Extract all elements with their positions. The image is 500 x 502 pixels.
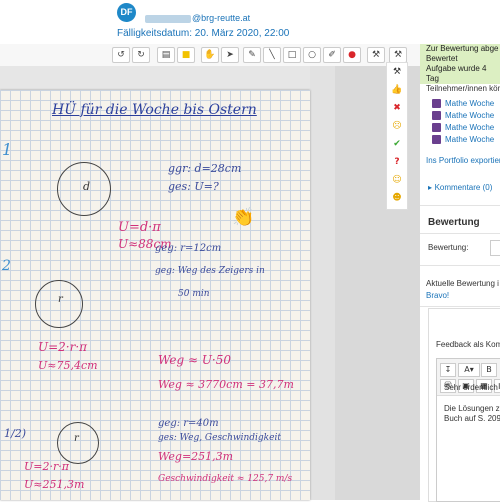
file-link[interactable]: Mathe Woche (432, 111, 494, 121)
grading-label: Bewertung: (428, 243, 469, 252)
given-text: ggr: d=28cm (168, 162, 242, 175)
smiley-happy-icon[interactable]: ☻ (389, 191, 405, 205)
file-link[interactable]: Mathe Woche (432, 99, 494, 109)
clapping-icon: 👏 (232, 207, 255, 228)
given-text: geg: Weg des Zeigers in (155, 266, 265, 276)
smiley-sad-icon[interactable]: ☹ (389, 119, 405, 133)
formula-text: U=d·π (118, 220, 161, 235)
pdf-file-icon (432, 111, 441, 121)
pdf-file-icon (432, 123, 441, 133)
way-text: Weg ≈ U·50 (158, 353, 232, 367)
homework-page[interactable]: HÜ für die Woche bis Ostern 1 d ggr: d=2… (0, 90, 310, 500)
grade-input[interactable] (490, 240, 500, 256)
select-icon[interactable]: ➤ (221, 47, 239, 63)
stamp-icon[interactable]: ⚒ (367, 47, 385, 63)
check-icon[interactable]: ✔ (389, 137, 405, 151)
submission-header: DF @brg-reutte.at Fälligkeitsdatum: 20. … (0, 0, 420, 44)
stamp-icon[interactable]: ⚒ (389, 65, 405, 79)
oval-icon[interactable]: ○ (303, 47, 321, 63)
smiley-icon[interactable]: ☺ (389, 173, 405, 187)
question-icon[interactable]: ? (389, 155, 405, 169)
sought-text: ges: U=? (168, 180, 219, 193)
section-number: 1/2) (4, 427, 26, 440)
given-text: ges: Weg, Geschwindigkeit (158, 433, 281, 443)
bold-icon[interactable]: B (481, 363, 497, 377)
pan-icon[interactable]: ✋ (201, 47, 219, 63)
status-text: Bewertet (426, 54, 458, 63)
divider (420, 205, 500, 206)
formula-text: U=2·r·π (38, 340, 88, 354)
annotation-toolbar: ↺ ↻ ▤ ■ ✋ ➤ ✎ ╲ □ ○ ✐ ● ⚒ ⚒ (0, 44, 420, 67)
pdf-file-icon (432, 99, 441, 109)
line-icon[interactable]: ╲ (263, 47, 281, 63)
redo-icon[interactable]: ↻ (132, 47, 150, 63)
page-title: HÜ für die Woche bis Ostern (52, 102, 257, 118)
editor-text: Sehr ordentlich (444, 383, 498, 392)
submission-status: Zur Bewertung abge Bewertet Aufgabe wurd… (420, 44, 500, 84)
section-number: 2 (2, 258, 11, 274)
section-number: 1 (2, 140, 13, 159)
highlight-icon[interactable]: ■ (177, 47, 195, 63)
font-size-icon[interactable]: A▾ (458, 363, 480, 377)
grading-heading: Bewertung (428, 217, 480, 228)
divider (420, 233, 500, 234)
expand-toolbar-icon[interactable]: ↧ (440, 363, 456, 377)
status-text: Aufgabe wurde 4 Tag (426, 64, 487, 83)
student-email: @brg-reutte.at (145, 13, 250, 23)
email-redacted (145, 14, 191, 23)
pdf-file-icon (432, 135, 441, 145)
formula-text: U=2·r·π (24, 460, 69, 473)
brush-icon[interactable]: ✐ (323, 47, 341, 63)
stamp-palette: ⚒ 👍 ✖ ☹ ✔ ? ☺ ☻ (386, 62, 408, 210)
portfolio-export-link[interactable]: Ins Portfolio exportier (426, 156, 500, 165)
editor-text: Buch auf S. 209 (444, 414, 500, 423)
rectangle-icon[interactable]: □ (283, 47, 301, 63)
email-domain: @brg-reutte.at (192, 13, 251, 23)
divider (420, 306, 500, 307)
way-result-text: Weg ≈ 3770cm = 37,7m (158, 378, 294, 391)
result-text: U≈251,3m (24, 478, 85, 491)
divider (420, 265, 500, 266)
editor-text: Die Lösungen zu (444, 404, 500, 413)
file-link[interactable]: Mathe Woche (432, 135, 494, 145)
given-text: 50 min (178, 289, 210, 299)
current-grade-value: Bravo! (426, 291, 450, 300)
due-date: Fälligkeitsdatum: 20. März 2020, 22:00 (117, 28, 290, 39)
speed-text: Geschwindigkeit ≈ 125,7 m/s (158, 474, 293, 484)
stamp-small-icon[interactable]: ⚒ (389, 47, 407, 63)
file-link[interactable]: Mathe Woche (432, 123, 494, 133)
given-text: geg: r=12cm (155, 243, 222, 254)
status-text: Teilnehmer/innen kön (426, 84, 500, 93)
circle-label: d (83, 180, 91, 193)
circle-label: r (74, 433, 79, 444)
current-grade-label: Aktuelle Bewertung i (426, 279, 499, 288)
result-text: U≈75,4cm (38, 359, 98, 372)
given-text: geg: r=40m (158, 418, 219, 429)
thumbs-up-icon[interactable]: 👍 (389, 83, 405, 97)
status-text: Zur Bewertung abge (426, 44, 499, 53)
color-icon[interactable]: ● (343, 47, 361, 63)
circle-label: r (58, 294, 63, 305)
undo-icon[interactable]: ↺ (112, 47, 130, 63)
comment-icon[interactable]: ▤ (157, 47, 175, 63)
comments-toggle[interactable]: ▸ Kommentare (0) (428, 183, 492, 192)
avatar: DF (117, 3, 136, 22)
feedback-label: Feedback als Kom (436, 340, 500, 349)
pen-icon[interactable]: ✎ (243, 47, 261, 63)
grading-panel: Zur Bewertung abge Bewertet Aufgabe wurd… (420, 0, 500, 502)
way-text: Weg=251,3m (158, 450, 234, 463)
cross-icon[interactable]: ✖ (389, 101, 405, 115)
